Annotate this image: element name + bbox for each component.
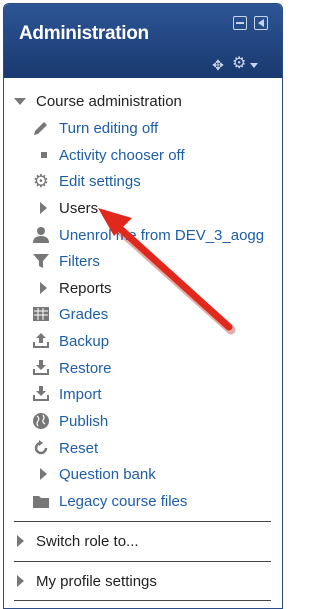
nav-item-label: Import	[59, 386, 102, 403]
collapse-triangle-icon	[14, 98, 26, 105]
dock-block-icon[interactable]	[254, 16, 268, 30]
nav-item-reset[interactable]: Reset	[4, 435, 282, 461]
switch-role-node[interactable]: Switch role to...	[4, 528, 282, 554]
hide-block-icon[interactable]	[233, 16, 247, 30]
gear-icon[interactable]: ⚙	[232, 56, 246, 72]
pencil-icon	[32, 119, 50, 137]
nav-item-label: Unenrol me from DEV_3_aogg	[59, 227, 265, 244]
expand-triangle-icon	[40, 202, 47, 214]
switch-role-label: Switch role to...	[36, 533, 139, 550]
nav-item-label: Backup	[59, 333, 110, 350]
nav-item-label: Legacy course files	[59, 493, 188, 510]
section-divider	[14, 521, 271, 522]
nav-item-activity-chooser-off[interactable]: Activity chooser off	[4, 142, 282, 168]
nav-item-label: Users	[59, 200, 99, 217]
nav-item-label: Activity chooser off	[59, 147, 185, 164]
nav-item-restore[interactable]: Restore	[4, 355, 282, 381]
administration-block: Administration ✥ ⚙ Course administration…	[3, 3, 283, 609]
globe-icon	[32, 412, 50, 430]
nav-item-label: Question bank	[59, 466, 156, 483]
nav-item-publish[interactable]: Publish	[4, 408, 282, 434]
nav-item-label: Reset	[59, 440, 99, 457]
reset-circular-arrow-icon	[32, 439, 50, 457]
filter-icon	[32, 252, 50, 270]
course-administration-node[interactable]: Course administration	[4, 88, 282, 114]
nav-item-reports[interactable]: Reports	[4, 275, 282, 301]
nav-item-import[interactable]: Import	[4, 381, 282, 407]
nav-item-filters[interactable]: Filters	[4, 248, 282, 274]
nav-item-label: Filters	[59, 253, 100, 270]
nav-item-edit-settings[interactable]: ⚙ Edit settings	[4, 168, 282, 194]
nav-item-backup[interactable]: Backup	[4, 328, 282, 354]
block-title: Administration	[19, 23, 149, 44]
folder-icon	[32, 492, 50, 510]
my-profile-settings-label: My profile settings	[36, 573, 157, 590]
my-profile-settings-node[interactable]: My profile settings	[4, 568, 282, 594]
grades-table-icon	[32, 305, 50, 323]
section-divider	[14, 561, 271, 562]
nav-item-legacy-course-files[interactable]: Legacy course files	[4, 488, 282, 514]
nav-item-label: Restore	[59, 360, 112, 377]
user-icon	[32, 226, 50, 244]
gear-icon: ⚙	[32, 171, 50, 191]
nav-item-label: Grades	[59, 306, 109, 323]
block-header: Administration ✥ ⚙	[4, 4, 282, 78]
nav-item-turn-editing-off[interactable]: Turn editing off	[4, 115, 282, 141]
nav-item-label: Edit settings	[59, 173, 141, 190]
nav-item-users[interactable]: Users	[4, 195, 282, 221]
backup-upload-icon	[32, 332, 50, 350]
course-administration-label: Course administration	[36, 93, 182, 110]
caret-down-icon[interactable]	[250, 63, 258, 68]
nav-item-label: Publish	[59, 413, 109, 430]
restore-download-icon	[32, 359, 50, 377]
section-divider	[14, 600, 271, 601]
expand-triangle-icon	[40, 468, 47, 480]
expand-triangle-icon	[17, 535, 24, 547]
move-icon[interactable]: ✥	[211, 58, 225, 72]
nav-item-grades[interactable]: Grades	[4, 301, 282, 327]
nav-item-question-bank[interactable]: Question bank	[4, 461, 282, 487]
nav-item-label: Turn editing off	[59, 120, 159, 137]
nav-item-label: Reports	[59, 280, 112, 297]
expand-triangle-icon	[17, 575, 24, 587]
expand-triangle-icon	[40, 282, 47, 294]
nav-item-unenrol[interactable]: Unenrol me from DEV_3_aogg	[4, 222, 282, 248]
square-bullet-icon	[41, 152, 47, 158]
import-download-icon	[32, 385, 50, 403]
